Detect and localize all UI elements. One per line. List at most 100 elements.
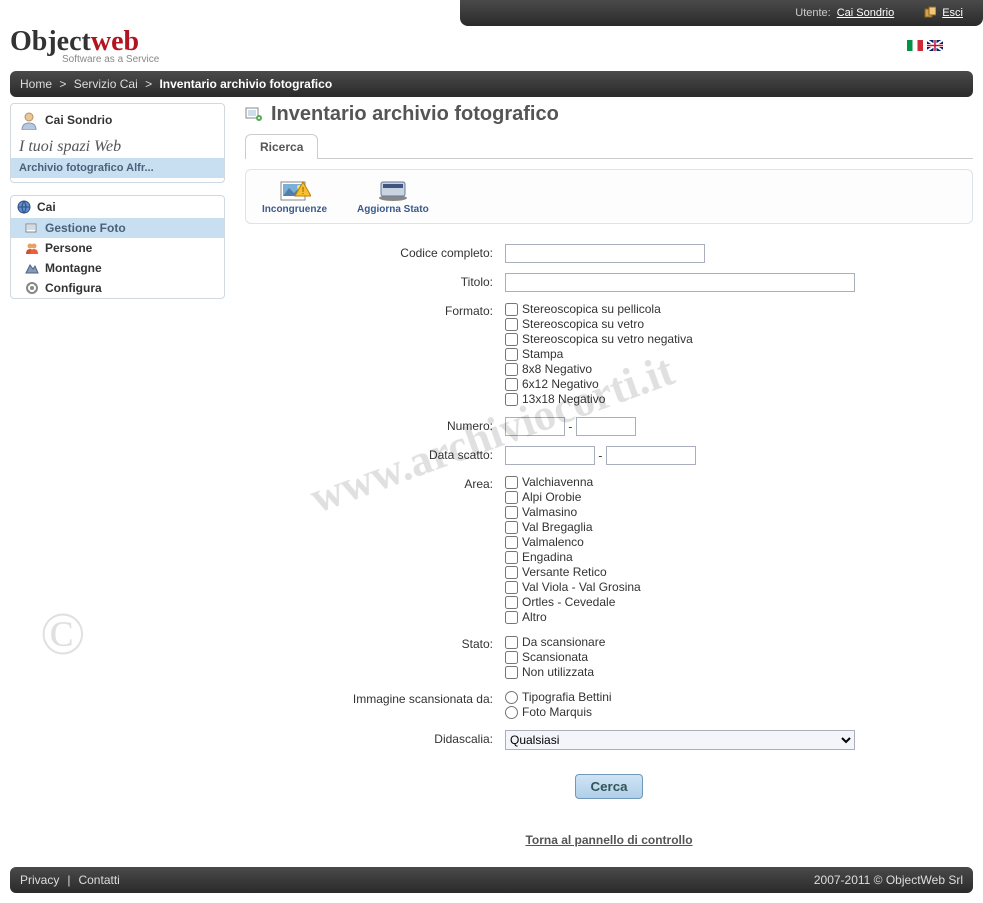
formato-label: Stampa (522, 347, 563, 361)
formato-option: 6x12 Negativo (505, 377, 973, 391)
formato-checkbox[interactable] (505, 303, 518, 316)
flag-it-icon[interactable] (907, 40, 923, 51)
formato-checkbox[interactable] (505, 393, 518, 406)
area-checkbox[interactable] (505, 506, 518, 519)
label-stato: Stato: (245, 635, 505, 680)
area-label: Versante Retico (522, 565, 607, 579)
label-titolo: Titolo: (245, 273, 505, 292)
nav-icon (25, 241, 39, 255)
page-title-icon (245, 105, 263, 124)
toolbar-incongruenze-label: Incongruenze (262, 204, 327, 215)
area-option: Altro (505, 610, 973, 624)
toolbar-incongruenze[interactable]: ! Incongruenze (262, 178, 327, 215)
formato-option: Stampa (505, 347, 973, 361)
sidebar: Cai Sondrio I tuoi spazi Web Archivio fo… (10, 103, 225, 851)
scansionata-radio[interactable] (505, 691, 518, 704)
label-numero: Numero: (245, 417, 505, 436)
cerca-button[interactable]: Cerca (575, 774, 642, 799)
data-sep: - (598, 449, 602, 463)
formato-checkbox[interactable] (505, 363, 518, 376)
input-numero-from[interactable] (505, 417, 565, 436)
logo: Objectweb Software as a Service (10, 26, 159, 65)
formato-label: 13x18 Negativo (522, 392, 605, 406)
userbox-spazi: I tuoi spazi Web (11, 136, 224, 158)
formato-checkbox[interactable] (505, 378, 518, 391)
area-checkbox[interactable] (505, 566, 518, 579)
area-checkbox[interactable] (505, 491, 518, 504)
toolbar-aggiorna[interactable]: Aggiorna Stato (357, 178, 429, 215)
scansionata-radio[interactable] (505, 706, 518, 719)
area-checkbox[interactable] (505, 596, 518, 609)
label-scansionata-da: Immagine scansionata da: (245, 690, 505, 720)
area-checkbox[interactable] (505, 581, 518, 594)
navbox-title-label: Cai (37, 200, 56, 214)
label-area: Area: (245, 475, 505, 625)
input-codice[interactable] (505, 244, 705, 263)
scansionata-label: Tipografia Bettini (522, 690, 612, 704)
area-label: Engadina (522, 550, 573, 564)
scansionata-option: Tipografia Bettini (505, 690, 973, 704)
nav-item-montagne[interactable]: Montagne (11, 258, 224, 278)
area-label: Val Viola - Val Grosina (522, 580, 641, 594)
photo-warning-icon: ! (279, 178, 311, 202)
formato-checkbox[interactable] (505, 348, 518, 361)
svg-text:!: ! (301, 186, 304, 197)
area-checkbox[interactable] (505, 611, 518, 624)
topbar-user: Utente: Cai Sondrio (795, 7, 894, 19)
area-checkbox[interactable] (505, 536, 518, 549)
logout-icon (924, 6, 936, 21)
flag-uk-icon[interactable] (927, 40, 943, 51)
topbar: Utente: Cai Sondrio Esci (460, 0, 983, 26)
breadcrumb-home[interactable]: Home (20, 77, 52, 91)
area-checkbox[interactable] (505, 551, 518, 564)
numero-sep: - (568, 420, 572, 434)
scansionata-option: Foto Marquis (505, 705, 973, 719)
topbar-user-link[interactable]: Cai Sondrio (837, 7, 894, 19)
nav-item-configura[interactable]: Configura (11, 278, 224, 298)
area-option: Ortles - Cevedale (505, 595, 973, 609)
formato-label: 6x12 Negativo (522, 377, 599, 391)
area-option: Engadina (505, 550, 973, 564)
input-titolo[interactable] (505, 273, 855, 292)
input-data-to[interactable] (606, 446, 696, 465)
stato-checkbox[interactable] (505, 666, 518, 679)
stato-checkbox[interactable] (505, 636, 518, 649)
nav-icon (25, 221, 39, 235)
stato-checkbox[interactable] (505, 651, 518, 664)
topbar-logout[interactable]: Esci (924, 6, 963, 21)
nav-item-label: Montagne (45, 261, 102, 275)
userbox-archive-link[interactable]: Archivio fotografico Alfr... (11, 158, 224, 178)
navbox: Cai Gestione FotoPersone Montagne Configur… (10, 195, 225, 299)
label-didascalia: Didascalia: (245, 730, 505, 750)
nav-item-gestione-foto[interactable]: Gestione Foto (11, 218, 224, 238)
area-checkbox[interactable] (505, 476, 518, 489)
formato-option: 13x18 Negativo (505, 392, 973, 406)
tab-ricerca[interactable]: Ricerca (245, 134, 318, 159)
nav-icon (25, 281, 39, 295)
logo-tagline: Software as a Service (62, 54, 159, 65)
logout-link[interactable]: Esci (942, 7, 963, 19)
select-didascalia[interactable]: Qualsiasi (505, 730, 855, 750)
footer-contatti[interactable]: Contatti (78, 873, 119, 887)
stato-option: Scansionata (505, 650, 973, 664)
area-label: Valchiavenna (522, 475, 593, 489)
area-label: Valmasino (522, 505, 577, 519)
tab-bar: Ricerca (245, 134, 973, 159)
input-data-from[interactable] (505, 446, 595, 465)
breadcrumb-service[interactable]: Servizio Cai (74, 77, 138, 91)
formato-option: Stereoscopica su vetro negativa (505, 332, 973, 346)
area-checkbox[interactable] (505, 521, 518, 534)
formato-checkbox[interactable] (505, 318, 518, 331)
input-numero-to[interactable] (576, 417, 636, 436)
formato-option: Stereoscopica su vetro (505, 317, 973, 331)
formato-checkbox[interactable] (505, 333, 518, 346)
nav-item-persone[interactable]: Persone (11, 238, 224, 258)
scanner-icon (377, 178, 409, 202)
breadcrumb-sep: > (145, 77, 152, 91)
nav-icon (25, 261, 39, 275)
back-link[interactable]: Torna al pannello di controllo (525, 833, 692, 847)
footer-privacy[interactable]: Privacy (20, 873, 59, 887)
stato-label: Da scansionare (522, 635, 605, 649)
stato-label: Scansionata (522, 650, 588, 664)
footer-copyright: 2007-2011 © ObjectWeb Srl (814, 873, 963, 887)
